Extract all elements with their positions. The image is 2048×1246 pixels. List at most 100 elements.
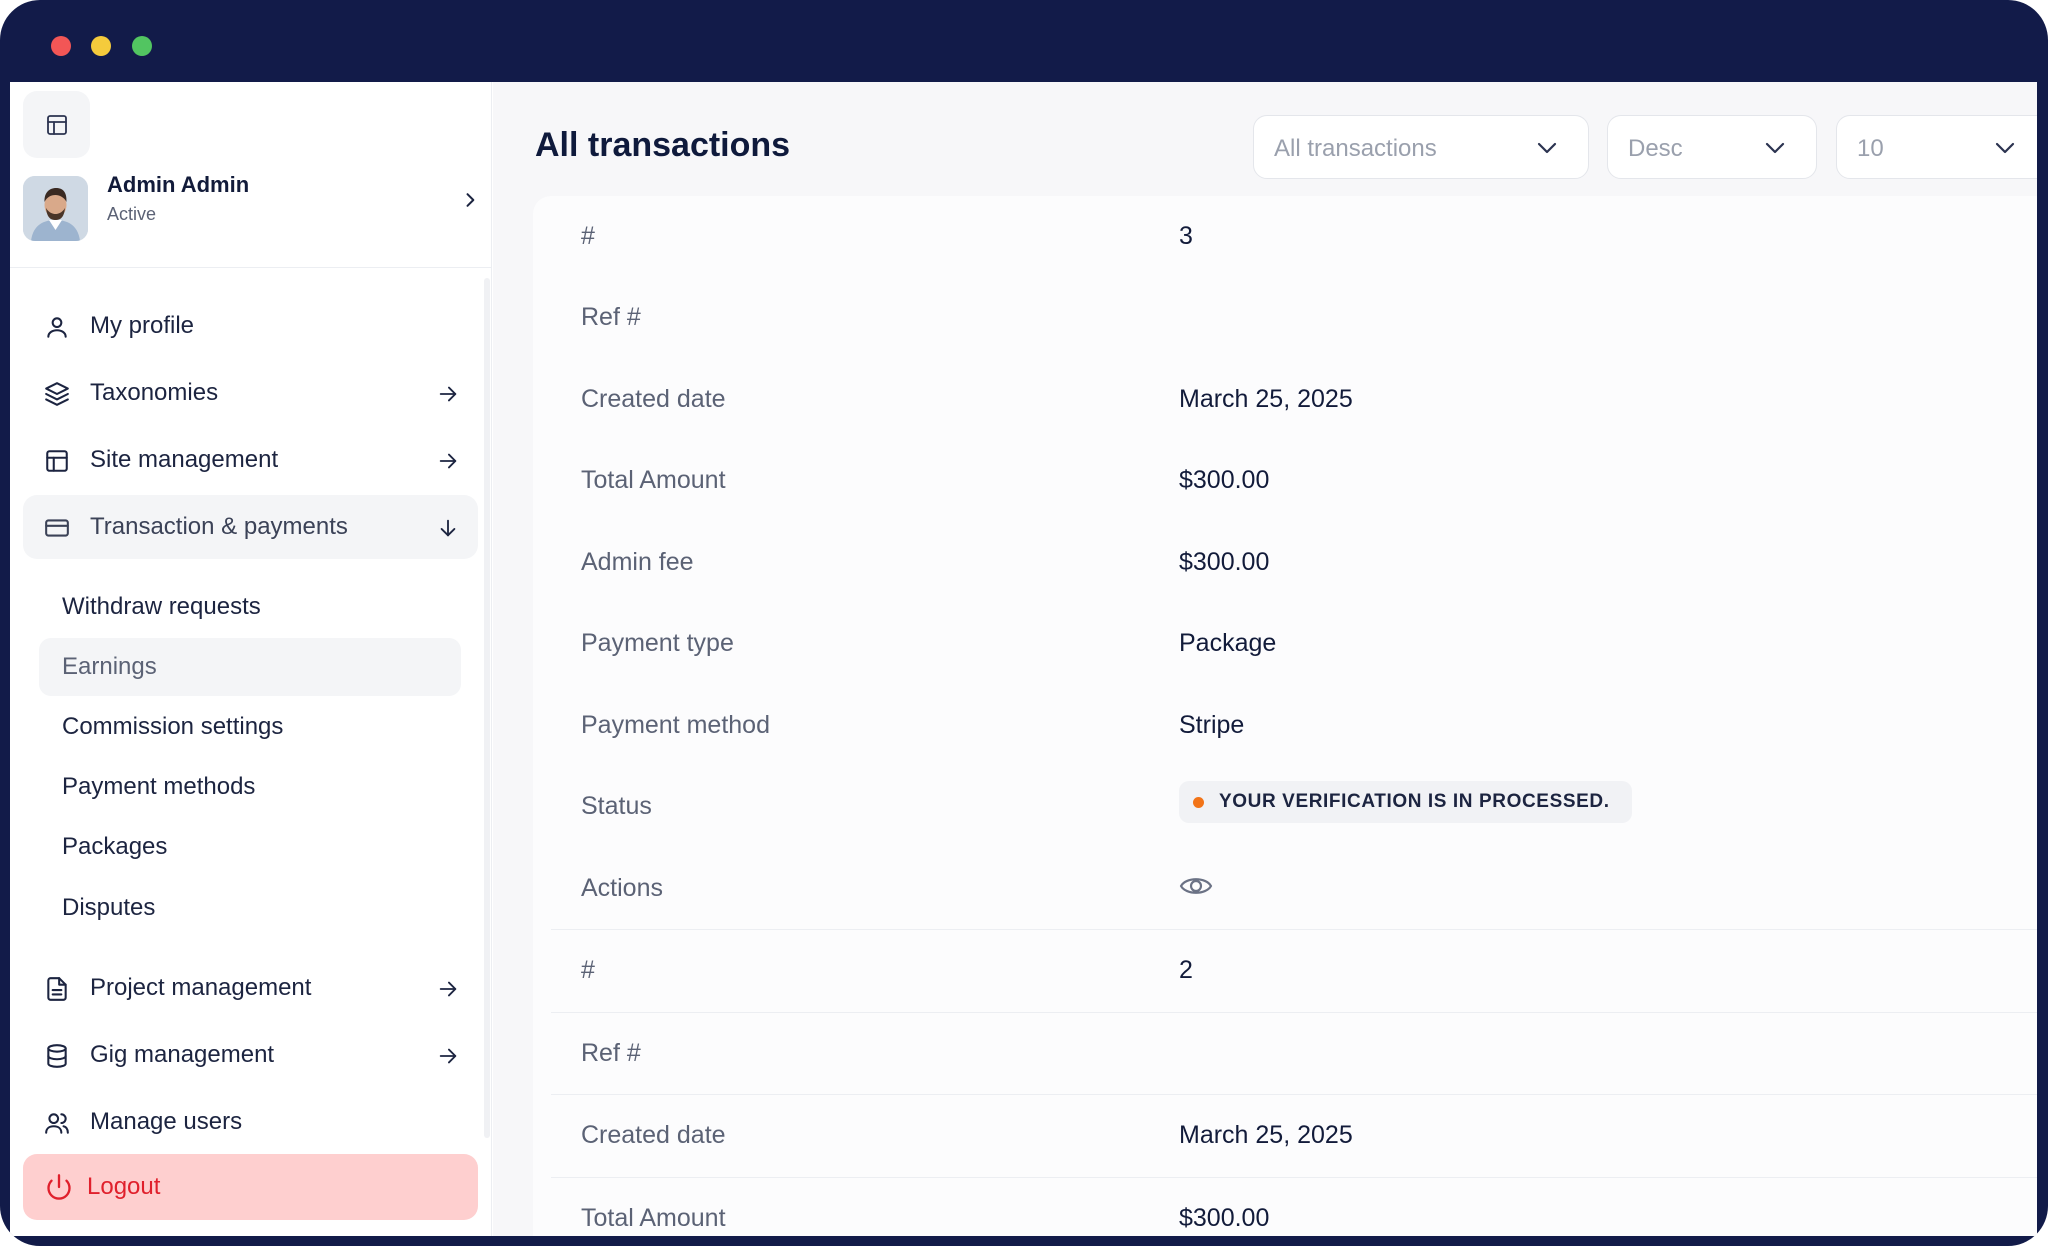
sidebar-subitem-disputes[interactable]: Disputes — [39, 879, 461, 937]
chevron-down-icon — [1995, 142, 2015, 154]
sidebar-item-label: My profile — [90, 312, 195, 339]
app-screen: Admin Admin Active My profile Taxonomies… — [10, 82, 2037, 1236]
field-label: Created date — [581, 385, 726, 413]
field-label: Created date — [581, 1121, 726, 1149]
sidebar-subitem-payment-methods[interactable]: Payment methods — [39, 758, 461, 816]
select-value: All transactions — [1274, 135, 1437, 162]
logout-button[interactable]: Logout — [23, 1154, 478, 1220]
transactions-table: # 3 Ref # Created date March 25, 2025 To… — [533, 196, 2037, 1236]
transaction-type-select[interactable]: All transactions — [1253, 115, 1589, 179]
table-row: # 3 — [551, 196, 2037, 278]
per-page-select[interactable]: 10 — [1836, 115, 2037, 179]
field-value: Package — [1179, 629, 1277, 657]
sidebar-item-label: Gig management — [90, 1041, 275, 1068]
table-row: Total Amount $300.00 — [551, 440, 2037, 522]
table-row: Admin fee $300.00 — [551, 522, 2037, 604]
select-value: Desc — [1628, 135, 1683, 162]
sidebar-item-label: Transaction & payments — [90, 513, 348, 540]
field-label: Admin fee — [581, 548, 694, 576]
sidebar-item-transaction-payments[interactable]: Transaction & payments — [23, 495, 478, 559]
logout-label: Logout — [87, 1173, 161, 1200]
sort-order-select[interactable]: Desc — [1607, 115, 1817, 179]
device-frame: Admin Admin Active My profile Taxonomies… — [0, 0, 2048, 1246]
field-value: 2 — [1179, 956, 1193, 984]
sidebar-item-gig-management[interactable]: Gig management — [23, 1023, 478, 1087]
sidebar-item-my-profile[interactable]: My profile — [23, 294, 478, 358]
chevron-down-icon — [1765, 142, 1785, 154]
window-titlebar — [0, 0, 2048, 82]
arrow-right-icon — [439, 386, 457, 402]
table-row: Ref # — [551, 1012, 2037, 1094]
sidebar-subitem-commission-settings[interactable]: Commission settings — [39, 698, 461, 756]
sidebar: Admin Admin Active My profile Taxonomies… — [10, 82, 492, 1236]
status-text: YOUR VERIFICATION IS IN PROCESSED. — [1219, 791, 1610, 812]
table-row: Payment type Package — [551, 603, 2037, 685]
sidebar-item-taxonomies[interactable]: Taxonomies — [23, 361, 478, 425]
user-status: Active — [107, 204, 157, 224]
window-minimize-button[interactable] — [91, 36, 111, 56]
sidebar-item-label: Manage users — [90, 1108, 243, 1135]
table-row: Ref # — [551, 277, 2037, 359]
page-title: All transactions — [535, 126, 791, 164]
sidebar-subitem-label: Earnings — [62, 653, 157, 680]
sidebar-subitem-label: Withdraw requests — [62, 593, 261, 620]
main-content: All transactions All transactions Desc 1… — [493, 82, 2037, 1236]
sidebar-subitem-earnings[interactable]: Earnings — [39, 638, 461, 696]
field-value: 3 — [1179, 222, 1193, 250]
field-label: Actions — [581, 874, 663, 902]
sidebar-item-manage-users[interactable]: Manage users — [23, 1090, 478, 1154]
field-label: Payment type — [581, 629, 734, 657]
sidebar-toggle-button[interactable] — [23, 91, 90, 158]
sidebar-item-label: Taxonomies — [90, 379, 219, 406]
layers-icon — [45, 382, 69, 406]
field-value: $300.00 — [1179, 1204, 1270, 1232]
user-icon — [47, 317, 67, 338]
arrow-right-icon — [439, 453, 457, 469]
sidebar-item-label: Project management — [90, 974, 312, 1001]
table-row: Created date March 25, 2025 — [551, 1094, 2037, 1176]
chevron-down-icon — [1537, 142, 1557, 154]
field-label: Total Amount — [581, 466, 726, 494]
sidebar-subitem-packages[interactable]: Packages — [39, 818, 461, 876]
select-value: 10 — [1857, 135, 1884, 162]
table-row: Status YOUR VERIFICATION IS IN PROCESSED… — [551, 766, 2037, 848]
field-label: Ref # — [581, 303, 641, 331]
layout-icon — [46, 450, 68, 472]
table-row: Total Amount $300.00 — [551, 1177, 2037, 1236]
view-eye-icon[interactable] — [1179, 872, 1213, 900]
table-row: Actions — [551, 848, 2037, 930]
arrow-right-icon — [439, 1048, 457, 1064]
status-badge: YOUR VERIFICATION IS IN PROCESSED. — [1179, 781, 1632, 823]
field-label: # — [581, 956, 595, 984]
table-row: # 2 — [551, 929, 2037, 1011]
field-value: March 25, 2025 — [1179, 1121, 1353, 1149]
credit-card-icon — [45, 519, 69, 537]
window-close-button[interactable] — [51, 36, 71, 56]
power-icon — [47, 1174, 71, 1200]
field-value: $300.00 — [1179, 548, 1270, 576]
panel-layout-icon — [46, 114, 67, 135]
field-label: Ref # — [581, 1039, 641, 1067]
field-label: Payment method — [581, 711, 770, 739]
chevron-right-icon — [466, 193, 475, 207]
sidebar-subitem-label: Disputes — [62, 894, 156, 921]
user-card[interactable] — [10, 172, 492, 268]
arrow-down-icon — [440, 519, 456, 537]
sidebar-item-project-management[interactable]: Project management — [23, 956, 478, 1020]
arrow-right-icon — [439, 981, 457, 997]
field-label: Status — [581, 792, 652, 820]
sidebar-subitem-label: Payment methods — [62, 773, 256, 800]
user-name: Admin Admin — [107, 172, 250, 197]
field-value: $300.00 — [1179, 466, 1270, 494]
sidebar-subitem-withdraw-requests[interactable]: Withdraw requests — [39, 578, 461, 636]
sidebar-item-site-management[interactable]: Site management — [23, 428, 478, 492]
window-maximize-button[interactable] — [132, 36, 152, 56]
field-value: Stripe — [1179, 711, 1245, 739]
sidebar-scrollbar[interactable] — [484, 278, 490, 1138]
field-value: March 25, 2025 — [1179, 385, 1353, 413]
document-icon — [47, 977, 67, 1001]
table-row: Payment method Stripe — [551, 685, 2037, 767]
sidebar-item-label: Site management — [90, 446, 279, 473]
status-dot — [1193, 797, 1204, 808]
table-row: Created date March 25, 2025 — [551, 359, 2037, 441]
